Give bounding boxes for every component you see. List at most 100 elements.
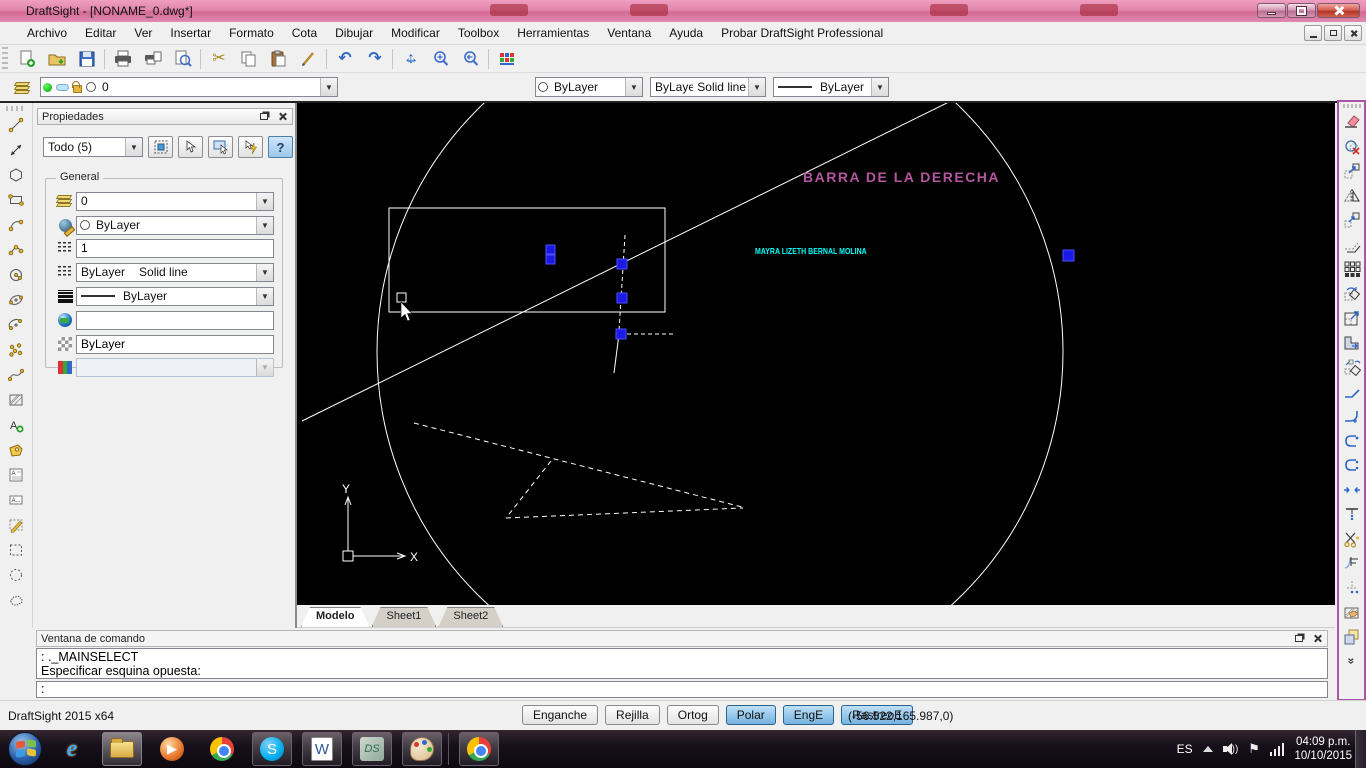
break-at-point-tool[interactable] bbox=[1340, 576, 1364, 601]
revision-cloud-tool[interactable] bbox=[3, 588, 29, 612]
arc-3point-tool[interactable] bbox=[3, 238, 29, 262]
network-signal-icon[interactable] bbox=[1269, 742, 1285, 756]
entity-dashed-line-2[interactable] bbox=[505, 460, 552, 519]
command-window-titlebar[interactable]: Ventana de comando bbox=[36, 630, 1328, 647]
print-button[interactable] bbox=[110, 47, 136, 71]
note-tool[interactable]: A bbox=[3, 463, 29, 487]
start-button[interactable] bbox=[8, 732, 42, 766]
simple-note-tool[interactable]: A bbox=[3, 488, 29, 512]
linestyle-combo-arrow[interactable]: ▼ bbox=[748, 78, 765, 96]
toolbar-grip[interactable] bbox=[1342, 104, 1361, 108]
command-history[interactable]: : ._MAINSELECT Especificar esquina opues… bbox=[36, 648, 1328, 679]
grip[interactable] bbox=[615, 328, 627, 340]
entity-line-long[interactable] bbox=[301, 103, 957, 422]
minimize-button[interactable] bbox=[1257, 3, 1286, 18]
tab-sheet1[interactable]: Sheet1 bbox=[372, 607, 437, 627]
taskbar-explorer[interactable] bbox=[102, 732, 142, 766]
panel-float-button[interactable] bbox=[258, 110, 273, 123]
selection-circle-tool[interactable] bbox=[3, 563, 29, 587]
trim-tool[interactable] bbox=[1340, 478, 1364, 503]
entity-line-tail[interactable] bbox=[613, 333, 620, 374]
maximize-button[interactable] bbox=[1287, 3, 1316, 18]
stretch-tool[interactable] bbox=[1340, 331, 1364, 356]
fillet-arc-tool[interactable] bbox=[1340, 429, 1364, 454]
select-matching-button[interactable] bbox=[148, 136, 173, 158]
mdi-close-button[interactable] bbox=[1344, 25, 1362, 41]
print-batch-button[interactable] bbox=[140, 47, 166, 71]
layers-manager-button[interactable] bbox=[10, 76, 36, 100]
active-layer-combo[interactable]: 0 ▼ bbox=[40, 77, 338, 97]
color-property-combo[interactable]: ByLayer ▼ bbox=[76, 215, 274, 235]
move-tool[interactable] bbox=[1340, 159, 1364, 184]
mdi-minimize-button[interactable] bbox=[1304, 25, 1322, 41]
grip[interactable] bbox=[616, 258, 628, 270]
selection-rectangle-tool[interactable] bbox=[3, 538, 29, 562]
lineweight-combo[interactable]: ByLayer ▼ bbox=[76, 286, 274, 306]
menu-insertar[interactable]: Insertar bbox=[161, 23, 220, 43]
select-entities-button[interactable] bbox=[178, 136, 203, 158]
entity-dashed-line-1[interactable] bbox=[413, 422, 743, 508]
show-hidden-icons[interactable] bbox=[1202, 746, 1213, 752]
tab-modelo[interactable]: Modelo bbox=[301, 607, 370, 627]
title-bar[interactable]: DraftSight - [NONAME_0.dwg*] bbox=[0, 0, 1366, 22]
transparency-field[interactable]: ByLayer bbox=[76, 334, 274, 354]
menu-probar-professional[interactable]: Probar DraftSight Professional bbox=[712, 23, 892, 43]
language-indicator[interactable]: ES bbox=[1177, 742, 1193, 756]
taskbar-paint[interactable] bbox=[402, 732, 442, 766]
menu-dibujar[interactable]: Dibujar bbox=[326, 23, 382, 43]
canvas-text-name[interactable]: MAYRA LIZETH BERNAL MOLINA bbox=[755, 248, 867, 256]
selection-combo-arrow[interactable]: ▼ bbox=[125, 138, 142, 156]
combo-arrow[interactable]: ▼ bbox=[256, 216, 273, 234]
panel-close-button[interactable] bbox=[275, 110, 290, 123]
taskbar-draftsight[interactable]: DS bbox=[352, 732, 392, 766]
taskbar-chrome-2[interactable] bbox=[459, 732, 499, 766]
menu-archivo[interactable]: Archivo bbox=[18, 23, 76, 43]
taskbar-media-player[interactable]: ▶ bbox=[152, 732, 192, 766]
extend-tool[interactable] bbox=[1340, 502, 1364, 527]
rotate-scale-tool[interactable] bbox=[1340, 355, 1364, 380]
scale-tool[interactable] bbox=[1340, 306, 1364, 331]
open-button[interactable] bbox=[44, 47, 70, 71]
zoom-dynamic-button[interactable] bbox=[428, 47, 454, 71]
layer-property-combo[interactable]: 0 ▼ bbox=[76, 191, 274, 211]
redo-button[interactable]: ↷ bbox=[362, 47, 388, 71]
spline-tool[interactable] bbox=[3, 363, 29, 387]
paste-button[interactable] bbox=[266, 47, 292, 71]
menu-toolbox[interactable]: Toolbox bbox=[449, 23, 508, 43]
polygon-tool[interactable] bbox=[3, 163, 29, 187]
toggle-polar[interactable]: Polar bbox=[725, 705, 776, 725]
ellipse-arc-tool[interactable] bbox=[3, 313, 29, 337]
toggle-enge[interactable]: EngE bbox=[782, 705, 835, 725]
linetype-scale-field[interactable]: 1 bbox=[76, 238, 274, 258]
help-button[interactable]: ? bbox=[268, 136, 293, 158]
grip[interactable] bbox=[1062, 249, 1075, 262]
menu-formato[interactable]: Formato bbox=[220, 23, 283, 43]
command-close-button[interactable] bbox=[1310, 632, 1325, 645]
pan-button[interactable]: ↔ ↕ bbox=[398, 47, 424, 71]
selection-grips[interactable] bbox=[545, 244, 1075, 340]
rectangle-tool[interactable] bbox=[3, 188, 29, 212]
new-button[interactable] bbox=[14, 47, 40, 71]
more-tools-chevron[interactable]: » bbox=[1340, 649, 1364, 674]
delete-duplicates-tool[interactable] bbox=[1340, 135, 1364, 160]
edit-hatch-tool[interactable] bbox=[1340, 600, 1364, 625]
delete-tool[interactable] bbox=[1340, 110, 1364, 135]
tab-sheet2[interactable]: Sheet2 bbox=[438, 607, 503, 627]
combo-arrow[interactable]: ▼ bbox=[256, 192, 273, 210]
toggle-ortog[interactable]: Ortog bbox=[666, 705, 719, 725]
properties-header[interactable]: Propiedades bbox=[37, 108, 293, 125]
toggle-enganche[interactable]: Enganche bbox=[522, 705, 599, 725]
hatch-tool[interactable] bbox=[3, 388, 29, 412]
rotate-tool[interactable] bbox=[1340, 282, 1364, 307]
infinite-line-tool[interactable] bbox=[3, 138, 29, 162]
taskbar-ie[interactable]: e bbox=[52, 732, 92, 766]
fillet-tool[interactable] bbox=[1340, 404, 1364, 429]
split-tool[interactable] bbox=[1340, 527, 1364, 552]
menu-ver[interactable]: Ver bbox=[125, 23, 161, 43]
mirror-tool[interactable] bbox=[1340, 184, 1364, 209]
menu-modificar[interactable]: Modificar bbox=[382, 23, 449, 43]
hyperlink-field[interactable] bbox=[76, 310, 274, 330]
action-center-flag-icon[interactable]: ⚑ bbox=[1248, 741, 1260, 757]
close-button[interactable] bbox=[1317, 3, 1360, 18]
save-button[interactable] bbox=[74, 47, 100, 71]
